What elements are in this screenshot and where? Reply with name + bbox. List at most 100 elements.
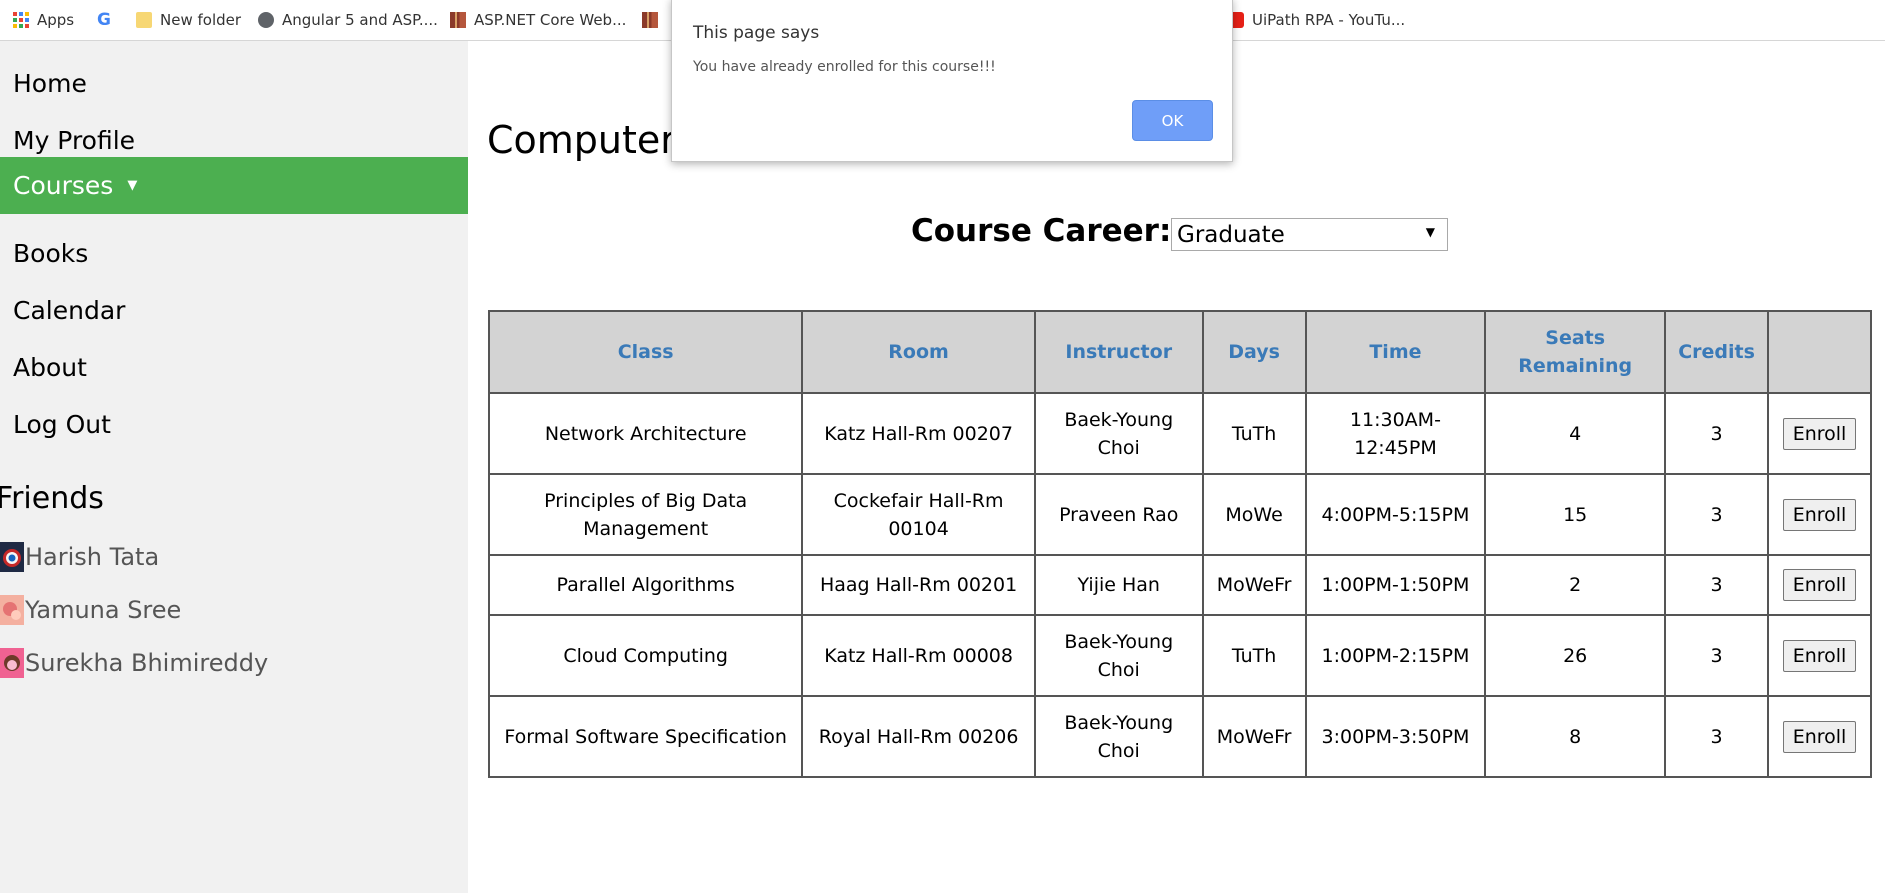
friend-item[interactable]: Harish Tata — [0, 541, 159, 573]
cell-days: TuTh — [1201, 614, 1307, 697]
table-header-row: Class Room Instructor Days Time Seats Re… — [487, 310, 1872, 394]
cell-time: 11:30AM-12:45PM — [1304, 392, 1487, 475]
globe-icon — [258, 12, 274, 28]
cell-days: TuTh — [1201, 392, 1307, 475]
cell-time: 4:00PM-5:15PM — [1304, 473, 1487, 556]
bookmark-uipath[interactable]: UiPath RPA - YouTu... — [1228, 0, 1405, 40]
sidebar-item-label: Log Out — [13, 410, 111, 439]
friend-item[interactable]: Yamuna Sree — [0, 594, 181, 626]
sidebar-item-calendar[interactable]: Calendar — [0, 282, 468, 339]
sidebar-item-label: Books — [13, 239, 89, 268]
cell-class: Network Architecture — [487, 392, 804, 475]
alert-dialog: This page says You have already enrolled… — [671, 0, 1233, 162]
friend-item[interactable]: Surekha Bhimireddy — [0, 647, 268, 679]
cell-class: Principles of Big Data Management — [487, 473, 804, 556]
cell-seats: 8 — [1484, 695, 1667, 778]
enroll-button[interactable]: Enroll — [1782, 569, 1857, 601]
cell-credits: 3 — [1664, 695, 1770, 778]
cell-credits: 3 — [1664, 614, 1770, 697]
dialog-title: This page says — [693, 23, 820, 43]
cell-instructor: Praveen Rao — [1033, 473, 1204, 556]
column-header-instructor[interactable]: Instructor — [1033, 310, 1204, 394]
cell-action: Enroll — [1767, 554, 1872, 616]
bookmark-apps[interactable]: Apps — [13, 0, 74, 40]
sidebar-item-log-out[interactable]: Log Out — [0, 396, 468, 453]
cell-room: Katz Hall-Rm 00008 — [801, 614, 1036, 697]
courses-table: Class Room Instructor Days Time Seats Re… — [487, 310, 1872, 778]
sidebar-item-courses[interactable]: Courses ▼ — [0, 157, 468, 214]
bookmark-unnamed[interactable] — [642, 0, 666, 40]
enroll-button[interactable]: Enroll — [1782, 417, 1857, 450]
cell-seats: 15 — [1484, 473, 1667, 556]
enroll-button[interactable]: Enroll — [1782, 498, 1857, 531]
course-career-select[interactable]: Graduate ▼ — [1171, 218, 1448, 251]
cell-action: Enroll — [1767, 695, 1872, 778]
cell-credits: 3 — [1664, 392, 1770, 475]
cell-instructor: Baek-Young Choi — [1033, 392, 1204, 475]
friend-name: Yamuna Sree — [25, 596, 182, 624]
sidebar-item-label: Calendar — [13, 296, 126, 325]
apps-grid-icon — [13, 12, 29, 28]
cell-class: Formal Software Specification — [487, 695, 804, 778]
column-header-class[interactable]: Class — [487, 310, 804, 394]
bookmark-label: UiPath RPA - YouTu... — [1252, 11, 1406, 29]
sidebar-item-label: About — [13, 353, 87, 382]
cell-credits: 3 — [1664, 554, 1770, 616]
column-header-room[interactable]: Room — [801, 310, 1036, 394]
cell-instructor: Baek-Young Choi — [1033, 695, 1204, 778]
cell-seats: 4 — [1484, 392, 1667, 475]
cell-action: Enroll — [1767, 392, 1872, 475]
bookmark-new-folder[interactable]: New folder — [136, 0, 241, 40]
chart-icon — [450, 12, 466, 28]
bookmark-angular[interactable]: Angular 5 and ASP.... — [258, 0, 438, 40]
column-header-days[interactable]: Days — [1201, 310, 1307, 394]
column-header-time[interactable]: Time — [1304, 310, 1487, 394]
cell-time: 1:00PM-2:15PM — [1304, 614, 1487, 697]
friends-heading: Friends — [0, 481, 104, 516]
google-icon: G — [97, 10, 111, 30]
cell-room: Cockefair Hall-Rm 00104 — [801, 473, 1036, 556]
column-header-credits[interactable]: Credits — [1664, 310, 1770, 394]
cell-class: Cloud Computing — [487, 614, 804, 697]
cell-instructor: Yijie Han — [1033, 554, 1204, 616]
table-row: Network Architecture Katz Hall-Rm 00207 … — [487, 392, 1872, 475]
bookmark-google[interactable]: G — [97, 0, 111, 40]
friend-name: Surekha Bhimireddy — [25, 649, 269, 677]
course-career-label: Course Career: — [911, 213, 1172, 249]
caret-down-icon: ▼ — [127, 178, 138, 193]
bookmark-label: Angular 5 and ASP.... — [282, 11, 438, 29]
avatar — [0, 542, 24, 572]
sidebar-item-about[interactable]: About — [0, 339, 468, 396]
sidebar-item-books[interactable]: Books — [0, 225, 468, 282]
cell-class: Parallel Algorithms — [487, 554, 804, 616]
ok-button[interactable]: OK — [1132, 100, 1213, 141]
table-row: Principles of Big Data Management Cockef… — [487, 473, 1872, 556]
cell-room: Katz Hall-Rm 00207 — [801, 392, 1036, 475]
column-header-seats-remaining[interactable]: Seats Remaining — [1484, 310, 1667, 394]
chevron-down-icon: ▼ — [1425, 225, 1435, 239]
career-selected-value: Graduate — [1177, 221, 1285, 248]
avatar — [0, 595, 24, 625]
cell-credits: 3 — [1664, 473, 1770, 556]
chart-icon — [642, 12, 658, 28]
cell-action: Enroll — [1767, 473, 1872, 556]
cell-seats: 26 — [1484, 614, 1667, 697]
avatar — [0, 648, 24, 678]
sidebar: Home My Profile Courses ▼ Books Calendar… — [0, 41, 468, 893]
cell-seats: 2 — [1484, 554, 1667, 616]
friend-name: Harish Tata — [25, 543, 160, 571]
bookmark-aspnet[interactable]: ASP.NET Core Web... — [450, 0, 626, 40]
sidebar-item-label: Courses — [13, 171, 114, 200]
cell-room: Royal Hall-Rm 00206 — [801, 695, 1036, 778]
bookmark-label: New folder — [160, 11, 242, 29]
dialog-message: You have already enrolled for this cours… — [693, 59, 996, 75]
sidebar-item-label: My Profile — [13, 126, 136, 155]
cell-days: MoWeFr — [1201, 695, 1307, 778]
enroll-button[interactable]: Enroll — [1782, 639, 1857, 672]
enroll-button[interactable]: Enroll — [1782, 720, 1857, 753]
sidebar-item-home[interactable]: Home — [0, 55, 468, 112]
sidebar-item-label: Home — [13, 69, 87, 98]
cell-room: Haag Hall-Rm 00201 — [801, 554, 1036, 616]
table-row: Cloud Computing Katz Hall-Rm 00008 Baek-… — [487, 614, 1872, 697]
bookmark-label: ASP.NET Core Web... — [474, 11, 627, 29]
